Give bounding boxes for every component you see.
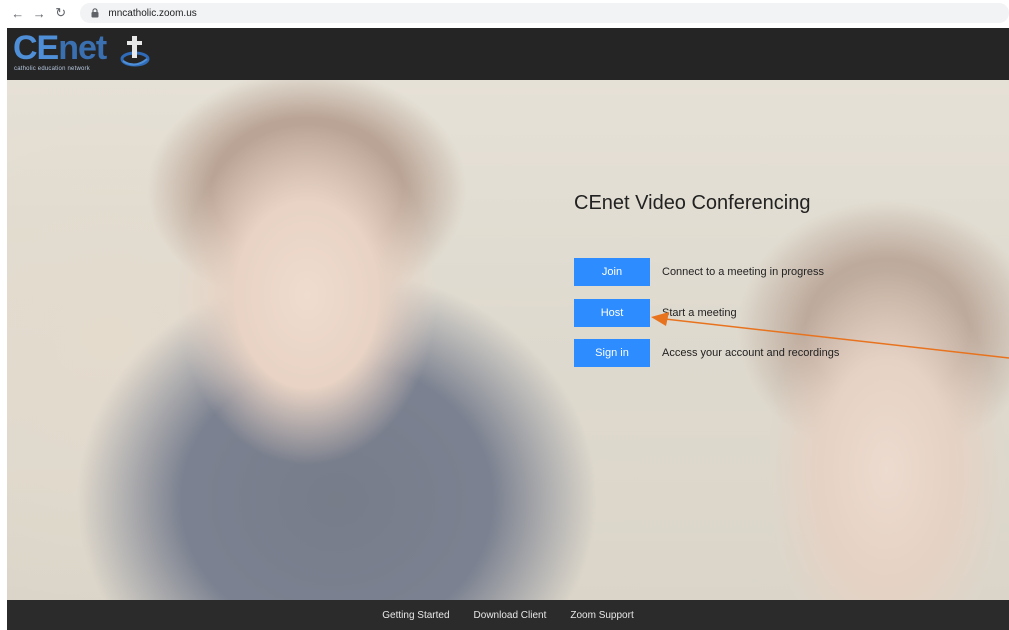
site-footer: Getting Started Download Client Zoom Sup…: [7, 600, 1009, 630]
host-button[interactable]: Host: [574, 299, 650, 327]
browser-toolbar: ← → ↻ mncatholic.zoom.us: [0, 0, 1009, 26]
sign-in-button[interactable]: Sign in: [574, 339, 650, 367]
site-header: CEnet catholic education network: [7, 28, 1009, 80]
host-row: Host Start a meeting: [574, 299, 737, 327]
footer-link-download-client[interactable]: Download Client: [474, 610, 547, 621]
footer-link-zoom-support[interactable]: Zoom Support: [570, 610, 633, 621]
join-description: Connect to a meeting in progress: [662, 266, 825, 278]
join-button[interactable]: Join: [574, 258, 650, 286]
arrow-right-icon[interactable]: →: [31, 5, 46, 21]
reload-icon[interactable]: ↻: [53, 5, 68, 21]
annotation-arrow: [651, 312, 1009, 359]
logo-wordmark: CEnet: [13, 29, 107, 67]
site-logo[interactable]: CEnet catholic education network: [13, 29, 153, 77]
main-panel: CEnet Video Conferencing Join Connect to…: [574, 188, 1004, 367]
page-title: CEnet Video Conferencing: [574, 192, 811, 214]
cenet-logo-mark-icon: [120, 36, 150, 67]
host-description: Start a meeting: [662, 307, 737, 319]
web-page: CEnet catholic education network CEnet V…: [7, 28, 1009, 630]
address-bar[interactable]: mncatholic.zoom.us: [80, 3, 1009, 23]
lock-icon: [90, 8, 100, 19]
join-row: Join Connect to a meeting in progress: [574, 258, 824, 286]
arrow-left-icon[interactable]: ←: [10, 5, 25, 21]
logo-subtitle: catholic education network: [14, 66, 90, 72]
footer-link-getting-started[interactable]: Getting Started: [382, 610, 449, 621]
url-text: mncatholic.zoom.us: [108, 7, 197, 19]
